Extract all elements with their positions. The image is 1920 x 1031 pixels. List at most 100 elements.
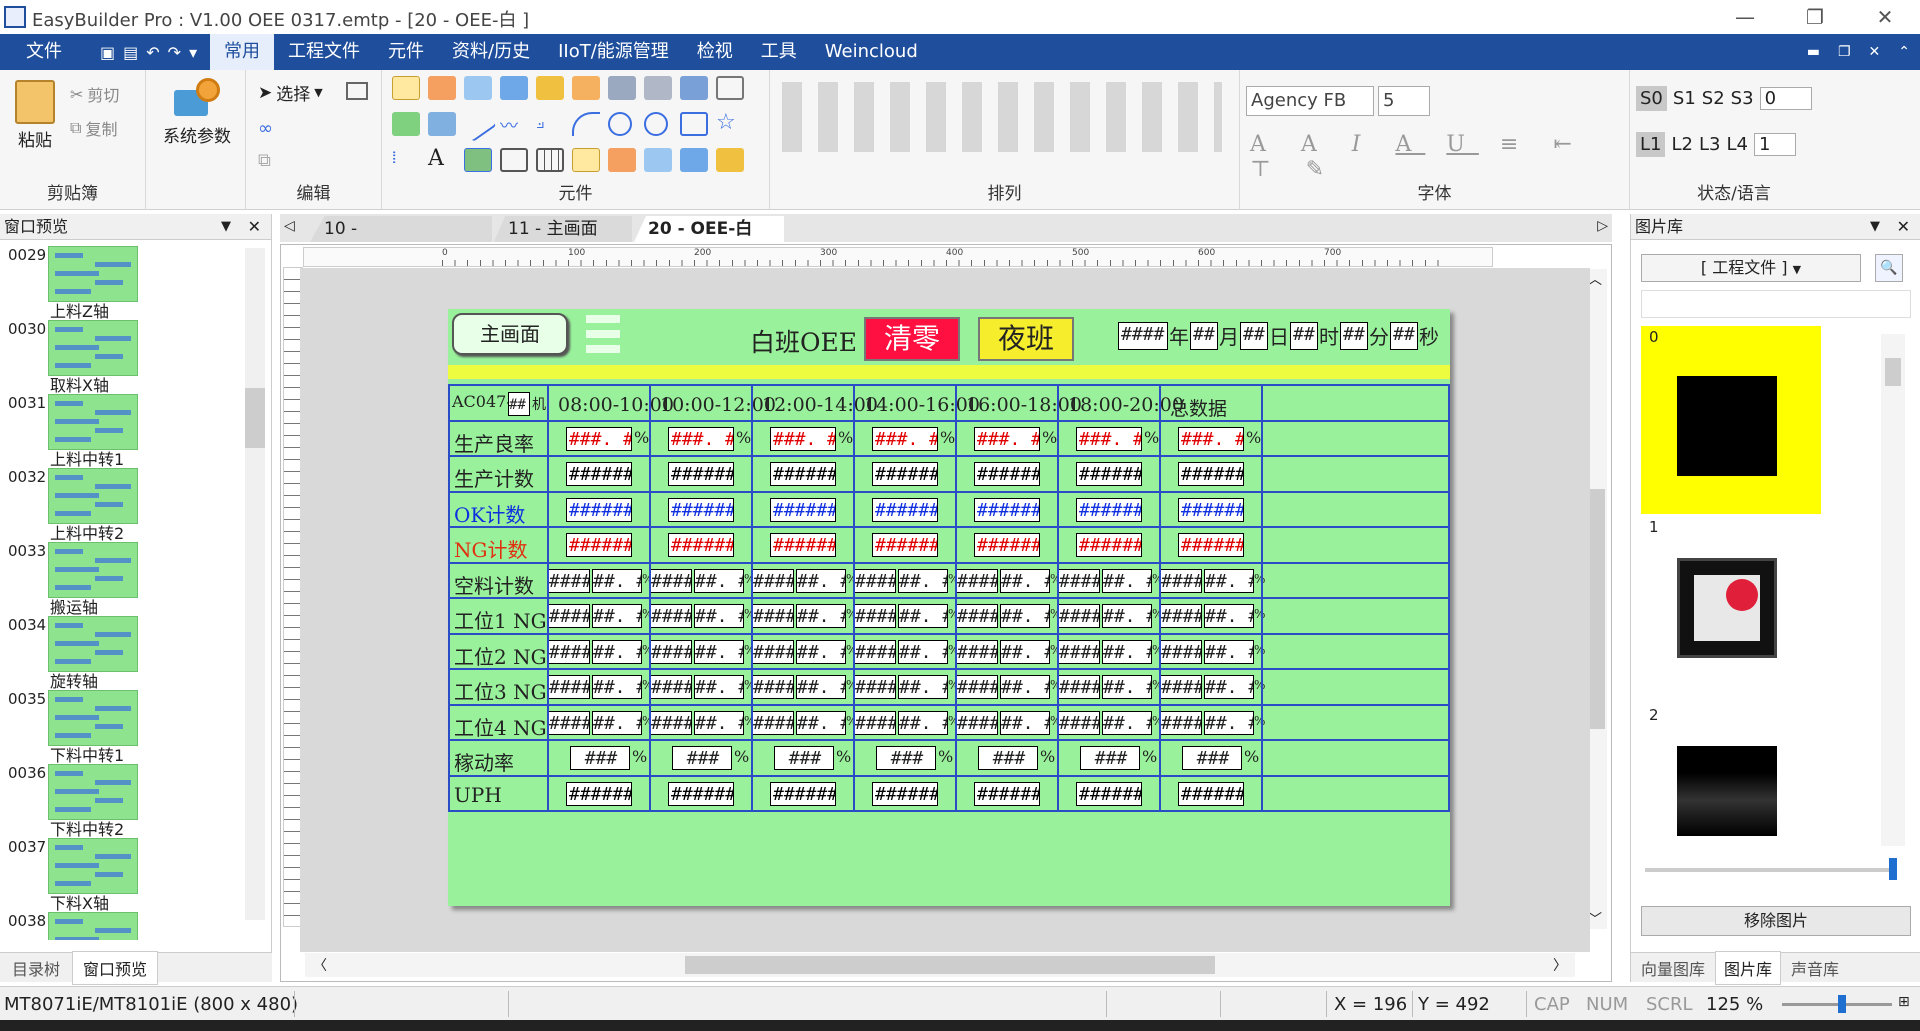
count-field[interactable]: ###### (566, 462, 632, 486)
panel-dropdown-icon[interactable]: ▼ (221, 214, 231, 240)
count-field[interactable]: #### (854, 710, 896, 735)
count-field[interactable]: ###### (770, 781, 836, 806)
duplicate-icon[interactable]: ⧉ (258, 150, 271, 171)
count-field[interactable]: #### (752, 675, 794, 699)
percent-field[interactable]: ##. ## (1102, 568, 1152, 593)
line-icon[interactable] (459, 106, 497, 142)
language-l1[interactable]: L1 (1636, 132, 1666, 157)
percent-field[interactable]: ##. ## (898, 710, 948, 735)
count-field[interactable]: #### (1160, 710, 1202, 735)
percent-field[interactable]: ##. ## (1204, 639, 1254, 664)
star-icon[interactable]: ☆ (716, 112, 744, 136)
count-field[interactable]: #### (1160, 639, 1202, 664)
count-field[interactable]: #### (956, 604, 998, 628)
right-dropdown-icon[interactable]: ▼ (1870, 214, 1880, 240)
menu-home[interactable]: 常用 (210, 34, 274, 70)
menu-file[interactable]: 文件 (0, 34, 92, 70)
night-shift-button[interactable]: 夜班 (978, 317, 1074, 361)
percent-field[interactable]: ###. ## (566, 426, 632, 451)
set-bit-icon[interactable] (464, 76, 492, 100)
percent-field[interactable]: ##. ## (1000, 604, 1050, 628)
home-button[interactable]: 主画面 (452, 313, 568, 355)
mdi-restore-icon[interactable]: ❐ (1838, 44, 1851, 60)
percent-field[interactable]: ##. ## (1000, 710, 1050, 735)
close-icon[interactable]: ✕ (1850, 0, 1920, 34)
percent-field[interactable]: ##. ## (796, 604, 846, 628)
scale-icon[interactable]: ⵂ (392, 148, 420, 172)
percent-field[interactable]: ##. ## (1204, 568, 1254, 593)
size-slider[interactable] (1645, 858, 1897, 880)
size-slider-thumb[interactable] (1889, 858, 1897, 880)
count-field[interactable]: #### (854, 675, 896, 699)
count-field[interactable]: ###### (566, 533, 632, 557)
count-field[interactable]: ###### (974, 497, 1040, 522)
rate-field[interactable]: ### (978, 746, 1038, 770)
percent-field[interactable]: ##. ## (592, 568, 642, 593)
tab-vector-library[interactable]: 向量图库 (1631, 956, 1715, 980)
percent-field[interactable]: ###. ## (1076, 426, 1142, 451)
preview-item[interactable]: 0032 上料中转2 (0, 466, 240, 543)
redo-icon[interactable]: ↷ (168, 43, 181, 62)
count-field[interactable]: #### (752, 604, 794, 628)
arc-icon[interactable] (572, 112, 600, 136)
trend-icon[interactable] (716, 148, 744, 172)
menu-weincloud[interactable]: Weincloud (811, 34, 932, 70)
window-icon[interactable] (346, 82, 368, 100)
percent-field[interactable]: ##. ## (694, 710, 744, 735)
library-scroll-thumb[interactable] (1885, 358, 1901, 386)
system-params-button[interactable]: 系统参数 (154, 78, 240, 147)
count-field[interactable]: ###### (668, 781, 734, 806)
percent-field[interactable]: ##. ## (796, 639, 846, 664)
percent-field[interactable]: ###. ## (872, 426, 938, 451)
state-s2[interactable]: S2 (1702, 88, 1725, 109)
clear-button[interactable]: 清零 (864, 317, 960, 361)
count-field[interactable]: #### (1058, 639, 1100, 664)
tab-sound-library[interactable]: 声音库 (1781, 956, 1849, 980)
percent-field[interactable]: ##. ## (1000, 675, 1050, 699)
cut-button[interactable]: ✂ 剪切 (70, 82, 119, 106)
pie-icon[interactable] (644, 112, 668, 136)
count-field[interactable]: ###### (1076, 533, 1142, 557)
count-field[interactable]: ###### (770, 497, 836, 522)
rate-field[interactable]: ### (1080, 746, 1140, 770)
ascii-icon[interactable] (392, 112, 420, 136)
copy-button[interactable]: ⧉ 复制 (70, 116, 117, 140)
state-s1[interactable]: S1 (1673, 88, 1696, 109)
percent-field[interactable]: ##. ## (1000, 639, 1050, 664)
percent-field[interactable]: ##. ## (1204, 675, 1254, 699)
tab-window-010[interactable]: 10 - WINDOW_010 (310, 216, 492, 242)
rate-field[interactable]: ### (774, 746, 834, 770)
percent-field[interactable]: ##. ## (694, 568, 744, 593)
percent-field[interactable]: ##. ## (694, 675, 744, 699)
word-lamp-icon[interactable] (428, 76, 456, 100)
language-spinner[interactable]: 1 (1753, 133, 1796, 156)
abc-icon[interactable] (428, 112, 456, 136)
percent-field[interactable]: ##. ## (694, 604, 744, 628)
count-field[interactable]: #### (956, 675, 998, 699)
count-field[interactable]: #### (956, 710, 998, 735)
count-field[interactable]: #### (1058, 568, 1100, 593)
count-field[interactable]: ###### (1178, 781, 1244, 806)
percent-field[interactable]: ##. ## (1102, 710, 1152, 735)
percent-field[interactable]: ##. ## (592, 639, 642, 664)
tabs-right-arrow-icon[interactable]: ▷ (1597, 218, 1608, 234)
count-field[interactable]: ###### (566, 497, 632, 522)
zoom-slider-thumb[interactable] (1838, 995, 1846, 1013)
count-field[interactable]: ###### (974, 533, 1040, 557)
table-icon[interactable] (716, 76, 744, 100)
percent-field[interactable]: ##. ## (898, 675, 948, 699)
paste-button[interactable]: 粘贴 (10, 78, 60, 158)
count-field[interactable]: #### (548, 568, 590, 593)
count-field[interactable]: #### (752, 639, 794, 664)
count-field[interactable]: #### (752, 710, 794, 735)
count-field[interactable]: #### (650, 639, 692, 664)
minimize-icon[interactable]: — (1710, 0, 1780, 34)
preview-item[interactable]: 0031 上料中转1 (0, 392, 240, 469)
percent-field[interactable]: ###. ## (770, 426, 836, 451)
percent-field[interactable]: ##. ## (1102, 639, 1152, 664)
count-field[interactable]: #### (1160, 675, 1202, 699)
count-field[interactable]: ###### (668, 497, 734, 522)
panel-close-icon[interactable]: ✕ (248, 214, 261, 240)
ribbon-collapse-icon[interactable]: ⌃ (1898, 44, 1910, 60)
frame-icon[interactable] (500, 148, 528, 172)
